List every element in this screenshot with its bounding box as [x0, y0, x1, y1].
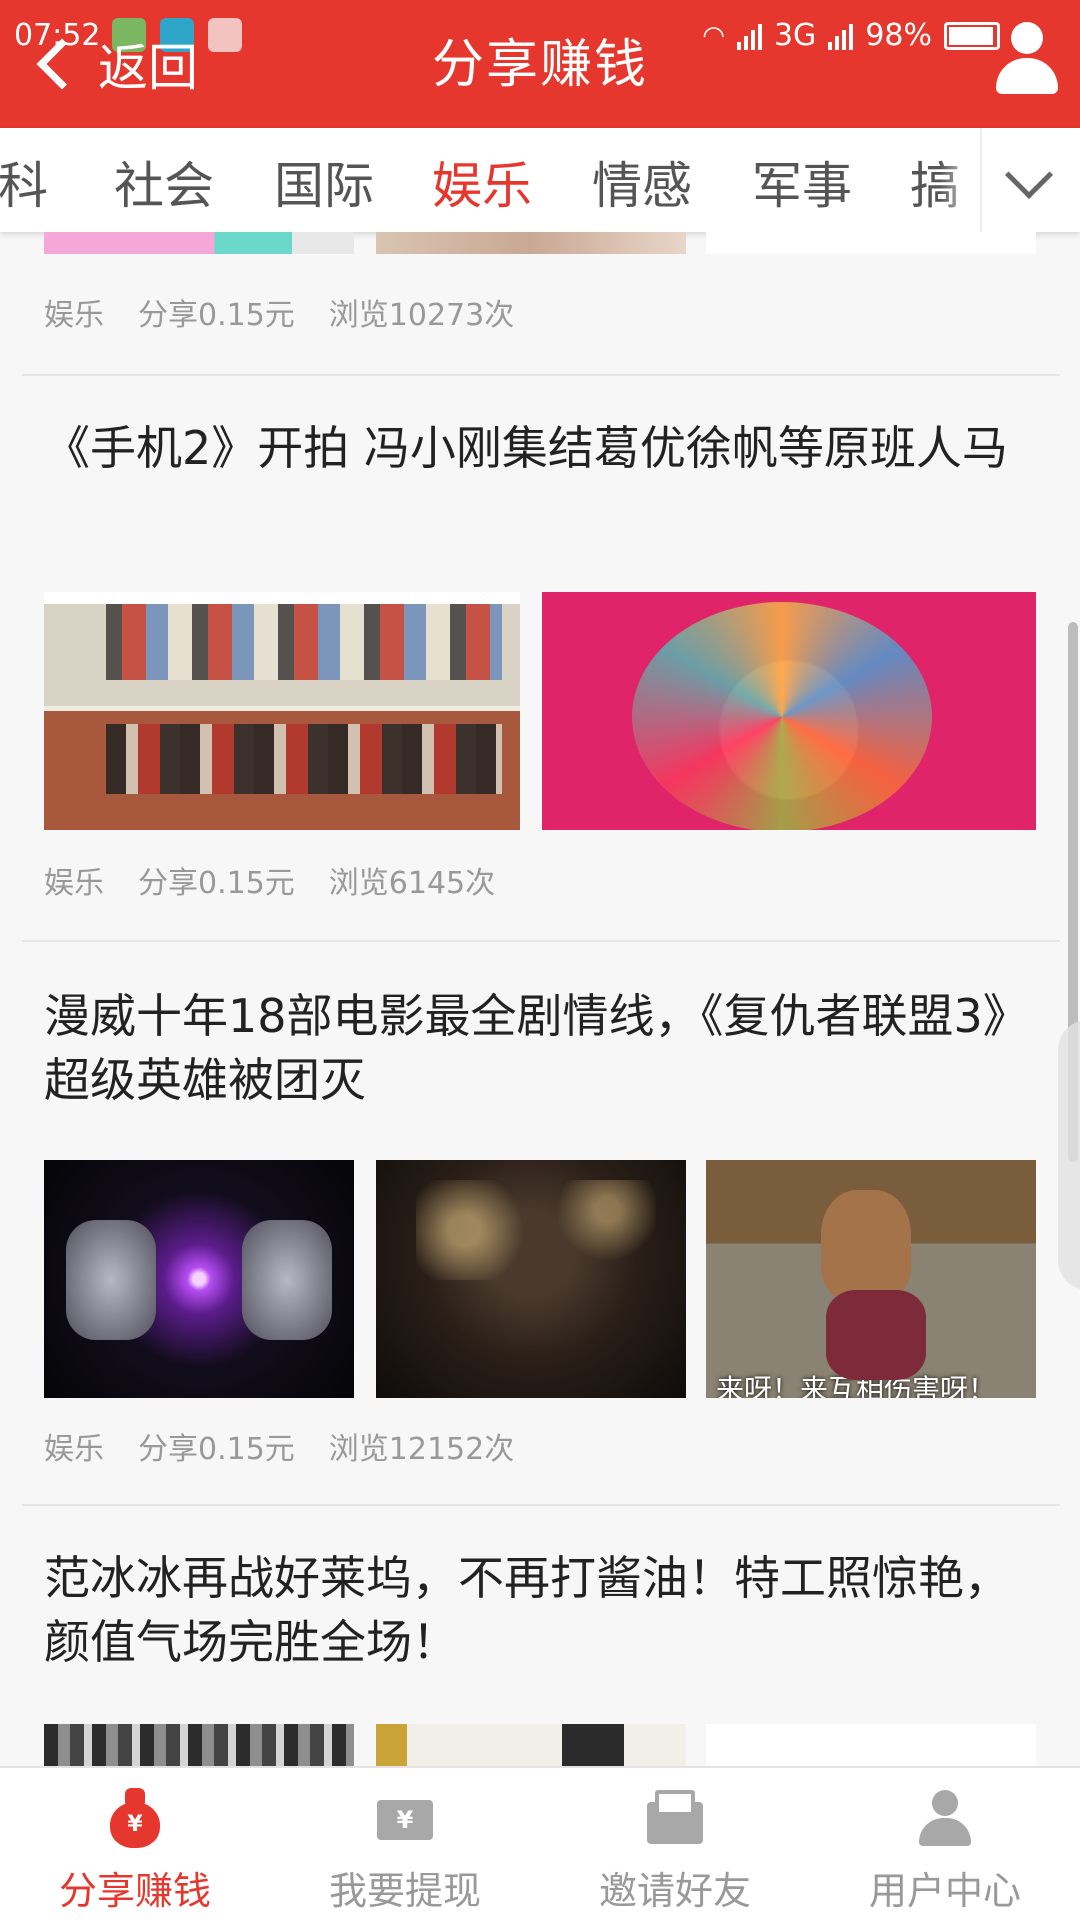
- bottom-navigation: ¥ 分享赚钱 ¥ 我要提现 邀请好友 用户中心: [0, 1766, 1080, 1920]
- article-image[interactable]: [44, 232, 354, 254]
- nav-label: 我要提现: [328, 1869, 481, 1913]
- user-icon: [917, 1788, 973, 1848]
- article-meta: 娱乐 分享0.15元 浏览10273次: [44, 290, 514, 334]
- page-title: 分享赚钱: [431, 35, 648, 95]
- article-image[interactable]: 来呀！来互相伤害呀！: [706, 1160, 1036, 1398]
- article-image[interactable]: [44, 1160, 354, 1398]
- user-avatar-body: [996, 58, 1058, 94]
- article-image[interactable]: [376, 1724, 686, 1766]
- divider: [22, 374, 1060, 376]
- article-share-reward: 分享0.15元: [138, 866, 295, 901]
- tab-military[interactable]: 军事: [752, 146, 852, 218]
- tab-society[interactable]: 社会: [114, 146, 214, 218]
- edge-drag-handle[interactable]: [1058, 1020, 1080, 1290]
- user-avatar-button[interactable]: [992, 22, 1062, 98]
- tab-science[interactable]: 科: [0, 146, 48, 218]
- nav-invite-friends[interactable]: 邀请好友: [540, 1768, 810, 1920]
- cash-ticket-icon: ¥: [377, 1788, 433, 1848]
- divider: [22, 940, 1060, 942]
- tab-international[interactable]: 国际: [274, 146, 374, 218]
- app-header: 07:52 ◠ 3G 98% 返回 分享赚钱: [0, 0, 1080, 128]
- article-share-reward: 分享0.15元: [138, 1432, 295, 1467]
- chevron-down-icon: [1004, 150, 1054, 200]
- image-caption: 来呀！来互相伤害呀！: [716, 1373, 997, 1398]
- nav-share-earn[interactable]: ¥ 分享赚钱: [0, 1768, 270, 1920]
- article-image[interactable]: [706, 1724, 1036, 1766]
- money-bag-icon: ¥: [107, 1788, 163, 1848]
- tabs-fade: [940, 128, 980, 232]
- article-image[interactable]: [376, 1160, 686, 1398]
- category-tabs: 科 社会 国际 娱乐 情感 军事 搞: [0, 128, 1080, 232]
- article-image[interactable]: [44, 1724, 354, 1766]
- article-image[interactable]: [706, 232, 1036, 254]
- article-view-count: 浏览10273次: [328, 298, 515, 333]
- article-category: 娱乐: [44, 1432, 104, 1467]
- nav-label: 分享赚钱: [58, 1869, 211, 1913]
- article-category: 娱乐: [44, 298, 104, 333]
- article-view-count: 浏览6145次: [328, 866, 496, 901]
- article-image[interactable]: [542, 592, 1036, 830]
- nav-label: 用户中心: [868, 1869, 1021, 1913]
- tab-emotion[interactable]: 情感: [592, 146, 692, 218]
- article-meta: 娱乐 分享0.15元 浏览6145次: [44, 858, 495, 902]
- expand-tabs-button[interactable]: [980, 128, 1080, 232]
- nav-label: 邀请好友: [598, 1869, 751, 1913]
- envelope-icon: [647, 1788, 703, 1848]
- divider: [22, 1504, 1060, 1506]
- user-avatar-head: [1011, 22, 1043, 54]
- news-feed[interactable]: 娱乐 分享0.15元 浏览10273次 《手机2》开拍 冯小刚集结葛优徐帆等原班…: [0, 232, 1080, 1766]
- article-title[interactable]: 范冰冰再战好莱坞，不再打酱油！特工照惊艳，颜值气场完胜全场！: [44, 1546, 1024, 1674]
- article-title[interactable]: 漫威十年18部电影最全剧情线，《复仇者联盟3》超级英雄被团灭: [44, 984, 1024, 1112]
- article-view-count: 浏览12152次: [328, 1432, 515, 1467]
- nav-user-center[interactable]: 用户中心: [810, 1768, 1080, 1920]
- article-title[interactable]: 《手机2》开拍 冯小刚集结葛优徐帆等原班人马: [44, 416, 1024, 480]
- article-category: 娱乐: [44, 866, 104, 901]
- article-image[interactable]: [44, 592, 520, 830]
- article-image[interactable]: [376, 232, 686, 254]
- tab-entertainment[interactable]: 娱乐: [432, 146, 532, 218]
- article-share-reward: 分享0.15元: [138, 298, 295, 333]
- nav-withdraw[interactable]: ¥ 我要提现: [270, 1768, 540, 1920]
- article-meta: 娱乐 分享0.15元 浏览12152次: [44, 1424, 514, 1468]
